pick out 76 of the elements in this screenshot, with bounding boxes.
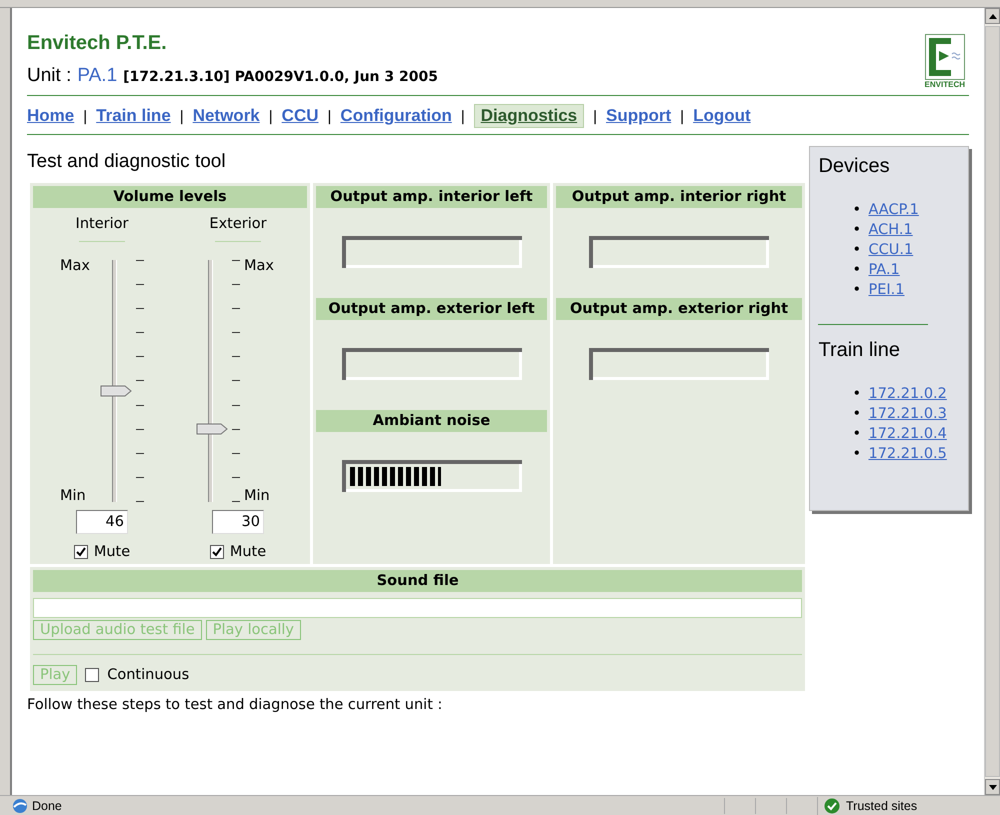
max-label: Max: [244, 258, 275, 274]
bullet: •: [852, 385, 862, 404]
nav-link[interactable]: Network: [186, 105, 266, 127]
slider-label: Exterior: [209, 216, 267, 232]
panel-heading: Output amp. exterior left: [316, 298, 547, 320]
sidebar-link[interactable]: 172.21.0.2: [868, 386, 947, 402]
status-text: Done: [32, 799, 62, 813]
sidebar-link[interactable]: PA.1: [868, 262, 900, 278]
sidebar-link[interactable]: 172.21.0.5: [868, 446, 947, 462]
sidebar-heading: Train line: [818, 339, 901, 362]
bullet: •: [852, 281, 862, 300]
panel-heading: Ambiant noise: [316, 410, 547, 432]
bullet: •: [852, 201, 862, 220]
mute-label: Mute: [94, 544, 130, 560]
nav-link[interactable]: Support: [600, 105, 678, 127]
mute-checkbox[interactable]: [74, 545, 88, 559]
panel-heading: Output amp. interior left: [316, 186, 547, 208]
nav-separator: |: [460, 108, 465, 124]
bullet: •: [852, 261, 862, 280]
nav-link[interactable]: Home: [21, 105, 80, 127]
continuous-label: Continuous: [107, 667, 190, 683]
sidebar-link[interactable]: PEI.1: [868, 282, 904, 298]
company-title: Envitech P.T.E.: [27, 32, 168, 55]
sidebar-link[interactable]: AACP.1: [868, 202, 919, 218]
nav-separator: |: [593, 108, 598, 124]
sidebar-heading: Devices: [818, 155, 891, 178]
bullet: •: [852, 445, 862, 464]
page-title: Test and diagnostic tool: [27, 151, 227, 173]
mute-label: Mute: [230, 544, 266, 560]
mute-checkbox[interactable]: [210, 545, 224, 559]
volume-field[interactable]: 30: [212, 510, 264, 534]
slider-thumb[interactable]: [196, 423, 228, 436]
panel-heading: Volume levels: [33, 186, 307, 208]
unit-info: [172.21.3.10] PA0029V1.0.0, Jun 3 2005: [123, 69, 438, 85]
unit-label: Unit :: [27, 65, 72, 87]
bullet: •: [852, 241, 862, 260]
scroll-down-button[interactable]: [985, 779, 1000, 795]
file-field[interactable]: [33, 598, 802, 618]
down-arrow-icon: [988, 784, 996, 790]
continuous-checkbox[interactable]: [85, 668, 100, 682]
panel-heading: Output amp. interior right: [556, 186, 802, 208]
slider-thumb[interactable]: [100, 384, 132, 397]
nav-link[interactable]: Train line: [90, 105, 177, 127]
bullet: •: [852, 221, 862, 240]
sidebar-link[interactable]: CCU.1: [868, 242, 914, 258]
panel-heading: Output amp. exterior right: [556, 298, 802, 320]
max-label: Max: [60, 258, 91, 274]
nav-link[interactable]: CCU: [276, 105, 325, 127]
nav-link[interactable]: Configuration: [334, 105, 458, 127]
unit-name: PA.1: [77, 65, 118, 87]
nav-separator: |: [680, 108, 684, 124]
nav-separator: |: [180, 108, 184, 124]
min-label: Min: [244, 488, 271, 504]
min-label: Min: [60, 488, 87, 504]
instructions-text: Follow these steps to test and diagnose the current unit :: [27, 697, 444, 713]
bullet: •: [852, 405, 862, 424]
nav-separator: |: [268, 108, 273, 124]
up-arrow-icon: [988, 14, 996, 18]
zone-text: Trusted sites: [846, 799, 918, 813]
panel-heading: Sound file: [33, 570, 802, 592]
globe-icon: [12, 798, 28, 814]
nav-separator: |: [83, 108, 88, 124]
scroll-up-button[interactable]: [985, 8, 1000, 24]
scroll-thumb[interactable]: [985, 26, 1000, 777]
volume-field[interactable]: 46: [76, 510, 128, 534]
nav-link[interactable]: Logout: [687, 105, 757, 127]
sidebar-link[interactable]: 172.21.0.3: [868, 406, 947, 422]
nav-separator: |: [328, 108, 332, 124]
sidebar-link[interactable]: ACH.1: [868, 222, 913, 238]
sidebar-link[interactable]: 172.21.0.4: [868, 426, 947, 442]
nav-link[interactable]: Diagnostics: [474, 104, 584, 128]
logo-icon: [924, 34, 965, 80]
check-icon: [824, 798, 840, 814]
logo-text: ENVITECH: [924, 80, 965, 89]
bullet: •: [852, 425, 862, 444]
slider-label: Interior: [76, 216, 128, 232]
